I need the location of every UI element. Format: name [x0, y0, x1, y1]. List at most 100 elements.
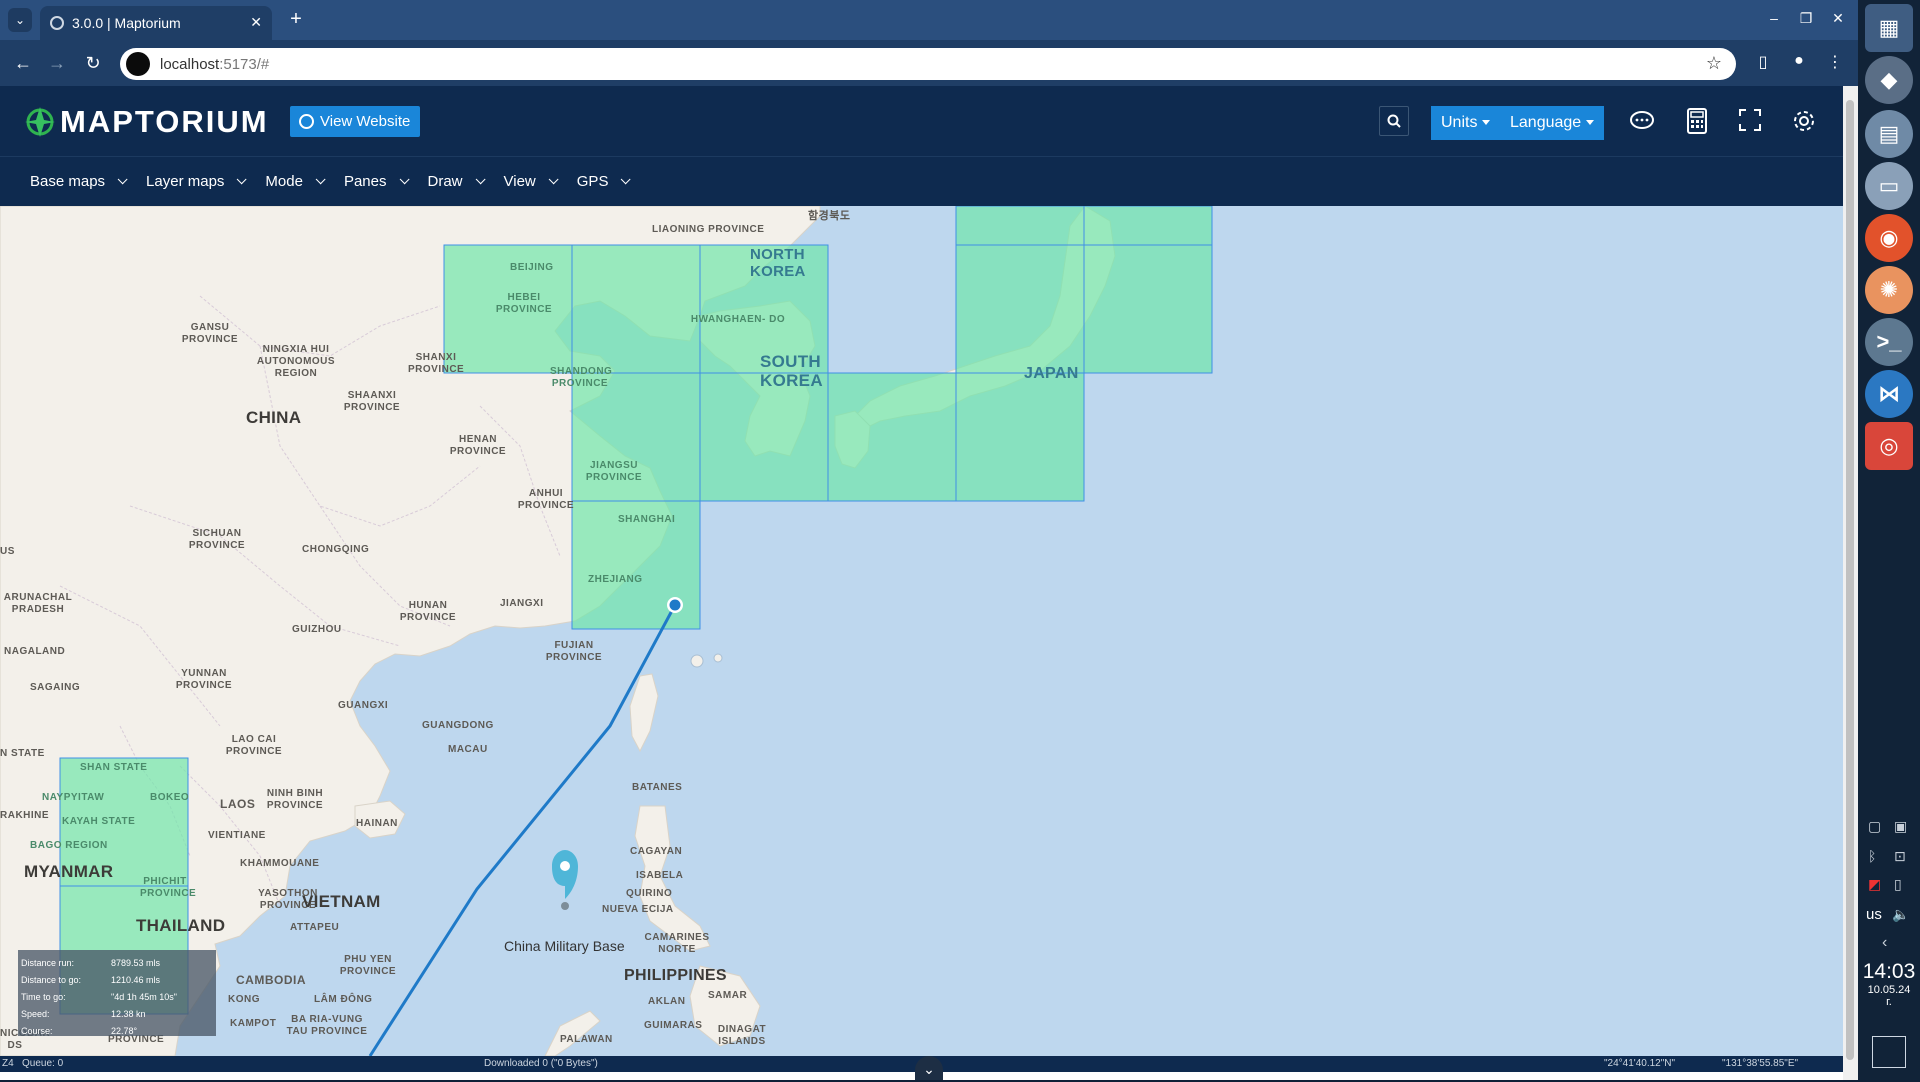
marker-label[interactable]: China Military Base: [504, 938, 625, 954]
side-panel-icon[interactable]: ▯: [1752, 52, 1774, 72]
forward-icon[interactable]: →: [46, 52, 68, 74]
menu-mode[interactable]: Mode: [265, 173, 326, 190]
map-label: KAYAH STATE: [62, 816, 136, 827]
map-label: LÂM ĐÔNG: [314, 994, 373, 1005]
panel-toggle-chevron-icon[interactable]: ⌄: [915, 1056, 943, 1080]
menu-draw[interactable]: Draw: [428, 173, 486, 190]
address-bar[interactable]: localhost:5173/# ☆: [120, 48, 1736, 80]
map-label: KHAMMOUANE: [240, 858, 320, 869]
map-label: ARUNACHAL PRADESH: [3, 592, 73, 615]
units-dropdown[interactable]: Units: [1431, 106, 1501, 140]
close-window-icon[interactable]: ✕: [1828, 10, 1848, 27]
map-label: SHAN STATE: [80, 762, 148, 773]
show-desktop-icon[interactable]: [1872, 1036, 1906, 1068]
media-app-icon[interactable]: ✺: [1865, 266, 1913, 314]
menu-base-maps[interactable]: Base maps: [30, 173, 128, 190]
updates-icon[interactable]: ◩: [1868, 876, 1881, 893]
bluetooth-icon[interactable]: ᛒ: [1868, 848, 1876, 864]
info-row-distance-run: Distance run: 8789.53 mls: [21, 957, 161, 968]
logo[interactable]: MAPTORIUM: [24, 104, 269, 140]
browser-toolbar: ← → ↻ localhost:5173/# ☆ ▯ ● ⋮: [0, 40, 1858, 86]
map-label: US: [0, 546, 15, 557]
settings-gear-icon[interactable]: [1790, 108, 1818, 136]
menu-panes[interactable]: Panes: [344, 173, 410, 190]
longitude-readout: "131°38'55.85"E": [1722, 1058, 1799, 1069]
map-label: CAGAYAN: [630, 846, 683, 857]
close-tab-icon[interactable]: ✕: [250, 14, 262, 31]
bookmark-star-icon[interactable]: ☆: [1706, 53, 1722, 74]
vscode-icon[interactable]: ⋈: [1865, 370, 1913, 418]
map-label: PHICHIT PROVINCE: [140, 876, 197, 899]
url-host: localhost: [160, 55, 220, 73]
tab-search-icon[interactable]: ⌄: [8, 8, 32, 32]
site-info-icon[interactable]: [126, 52, 150, 76]
map-label: SAGAING: [30, 682, 81, 693]
map-label: MYANMAR: [24, 862, 114, 881]
chevron-down-icon: [315, 174, 326, 185]
expand-tray-icon[interactable]: ‹: [1882, 934, 1887, 952]
chevron-down-icon: [399, 174, 410, 185]
info-row-distance-to-go: Distance to go: 1210.46 mls: [21, 974, 161, 985]
restore-icon[interactable]: ❐: [1796, 10, 1816, 27]
firefox-icon[interactable]: ◉: [1865, 214, 1913, 262]
back-icon[interactable]: ←: [12, 52, 34, 74]
language-dropdown[interactable]: Language: [1500, 106, 1605, 140]
map-label: SHANGHAI: [618, 514, 676, 525]
map-label: VIENTIANE: [208, 830, 266, 841]
battery-icon[interactable]: ▯: [1894, 876, 1902, 893]
clock[interactable]: 14:03 10.05.24 г.: [1858, 960, 1920, 1008]
map-label: SICHUAN PROVINCE: [188, 528, 246, 551]
menu-view[interactable]: View: [504, 173, 559, 190]
calculator-icon[interactable]: [1683, 108, 1711, 136]
menu-bar: Base maps Layer maps Mode Panes Draw Vie…: [0, 156, 1843, 206]
active-tab[interactable]: 3.0.0 | Maptorium ✕: [40, 6, 272, 40]
chevron-down-icon: [237, 174, 247, 185]
network-icon[interactable]: ⊡: [1894, 848, 1906, 865]
pager-icon[interactable]: ◆: [1865, 56, 1913, 104]
minimize-icon[interactable]: –: [1764, 10, 1784, 26]
clock-date-suffix: г.: [1886, 996, 1892, 1008]
map-label: QUIRINO: [626, 888, 673, 899]
map-label: DINAGAT ISLANDS: [717, 1024, 767, 1047]
map-label: SHAANXI PROVINCE: [343, 390, 401, 413]
file-manager-icon[interactable]: ▭: [1865, 162, 1913, 210]
desktop-dock: ▦ ◆ ▤ ▭ ◉ ✺ >_ ⋈ ◎ ▢ ▣ ᛒ ⊡ ◩ ▯ us 🔈 ‹: [1858, 0, 1920, 1080]
map-label: KONG: [228, 994, 260, 1005]
page-scrollbar[interactable]: [1843, 86, 1858, 1080]
map-label: NORTH KOREA: [750, 246, 806, 280]
keyboard-layout[interactable]: us: [1866, 906, 1882, 923]
notification-icon[interactable]: ▢: [1868, 818, 1881, 835]
store-icon[interactable]: ▤: [1865, 110, 1913, 158]
map-canvas[interactable]: LIAONING PROVINCE 함경북도 NORTH KOREA BEIJI…: [0, 206, 1843, 1056]
profile-icon[interactable]: ●: [1788, 52, 1810, 70]
chrome-icon[interactable]: ◎: [1865, 422, 1913, 470]
search-button[interactable]: [1379, 106, 1409, 136]
map-label: GUANGDONG: [422, 720, 494, 731]
clipboard-icon[interactable]: ▣: [1894, 818, 1907, 835]
reload-icon[interactable]: ↻: [82, 52, 104, 74]
volume-icon[interactable]: 🔈: [1892, 906, 1909, 923]
menu-gps[interactable]: GPS: [577, 173, 632, 190]
view-website-label: View Website: [320, 113, 411, 130]
app-launcher-icon[interactable]: ▦: [1865, 4, 1913, 52]
map-label: YUNNAN PROVINCE: [175, 668, 233, 691]
menu-layer-maps[interactable]: Layer maps: [146, 173, 247, 190]
globe-icon: [50, 16, 64, 30]
browser-menu-icon[interactable]: ⋮: [1824, 52, 1846, 72]
latitude-readout: "24°41'40.12"N": [1604, 1058, 1676, 1069]
map-label: PALAWAN: [560, 1034, 613, 1045]
chevron-down-icon: [117, 174, 128, 185]
new-tab-icon[interactable]: +: [284, 8, 308, 31]
fullscreen-icon[interactable]: [1736, 108, 1764, 136]
gps-track: [368, 604, 677, 1056]
map-label: THAILAND: [136, 916, 226, 935]
view-website-button[interactable]: View Website: [290, 106, 421, 137]
terminal-icon[interactable]: >_: [1865, 318, 1913, 366]
map-label: ATTAPEU: [290, 922, 340, 933]
map-label: LAO CAI PROVINCE: [225, 734, 283, 757]
map-label: NAYPYITAW: [42, 792, 105, 803]
chat-icon[interactable]: [1628, 108, 1656, 136]
logo-compass-icon: [25, 107, 55, 137]
map-label: HUNAN PROVINCE: [399, 600, 457, 623]
scrollbar-thumb[interactable]: [1846, 100, 1854, 1060]
